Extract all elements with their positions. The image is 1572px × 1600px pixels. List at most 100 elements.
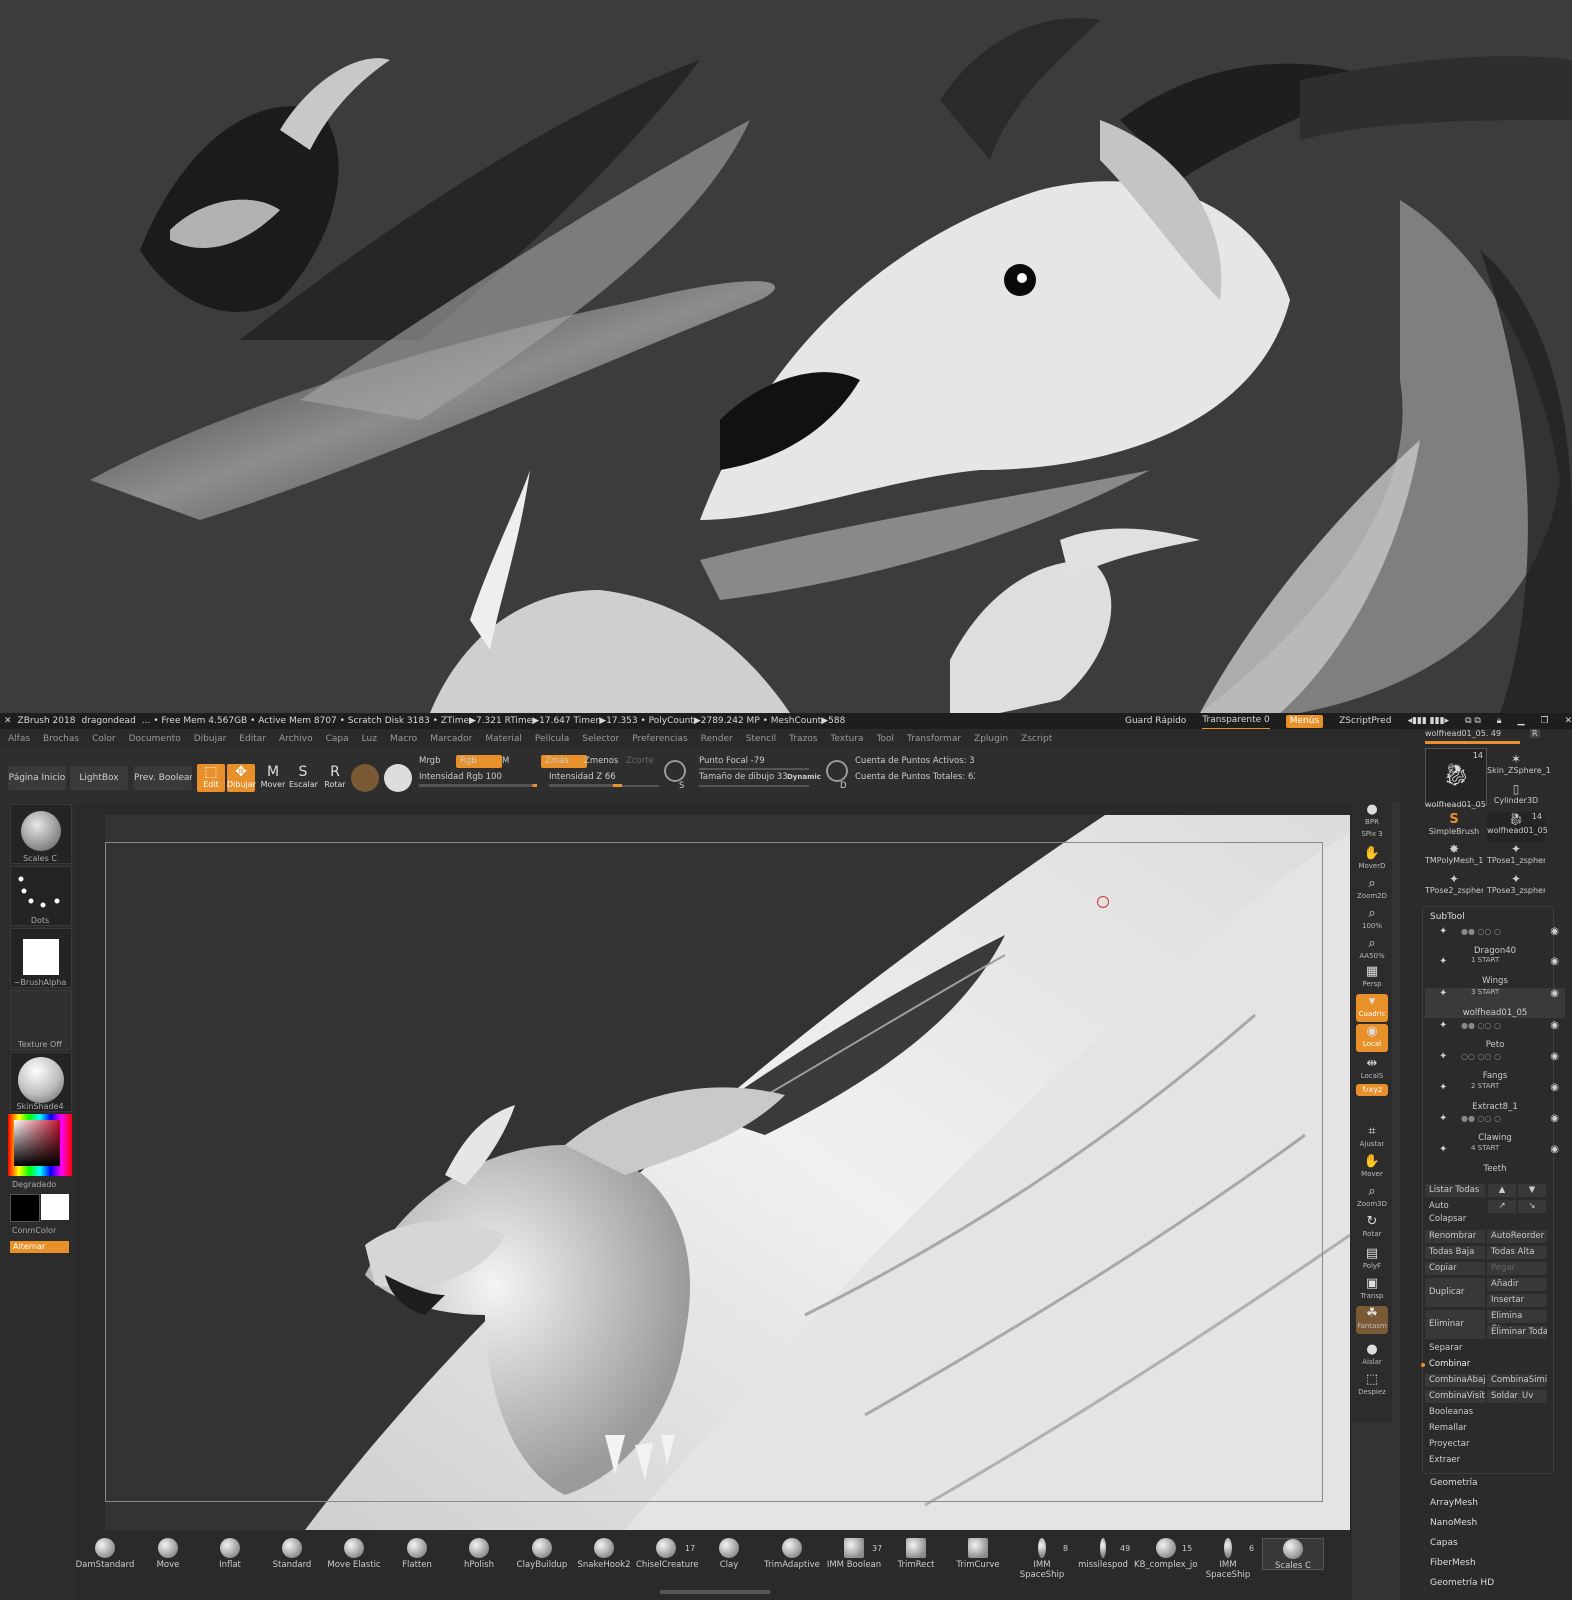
zoom2d-button[interactable]: ⌕ Zoom2D (1356, 876, 1388, 904)
m-toggle[interactable]: M (502, 756, 509, 766)
layers-menu[interactable]: Capas (1430, 1538, 1458, 1548)
brush-clay[interactable]: Clay (699, 1538, 759, 1570)
insert-button[interactable]: Insertar (1487, 1294, 1547, 1307)
move3d-button[interactable]: ✋ Mover (1356, 1154, 1388, 1182)
menu-zplugin[interactable]: Zplugin (974, 734, 1008, 744)
menu-macro[interactable]: Macro (390, 734, 417, 744)
edit-button[interactable]: ⬚ Edit (197, 764, 225, 792)
tool-simplebrush[interactable]: S SimpleBrush (1425, 812, 1483, 842)
rotate3d-button[interactable]: ↻ Rotar (1356, 1214, 1388, 1242)
merge-down-button[interactable]: CombinaAbajo (1425, 1374, 1485, 1387)
booleans-menu[interactable]: Booleanas (1425, 1406, 1547, 1419)
delete-all-button[interactable]: Eliminar Todas (1487, 1326, 1547, 1339)
merge-visible-button[interactable]: CombinaVisible (1425, 1390, 1485, 1403)
brush-missilespod[interactable]: missilespod (1073, 1538, 1133, 1570)
color-sphere-icon[interactable] (384, 764, 412, 792)
delete-button[interactable]: Eliminar (1425, 1310, 1485, 1339)
menu-light[interactable]: Luz (362, 734, 377, 744)
menu-stroke[interactable]: Trazos (789, 734, 817, 744)
menu-draw[interactable]: Dibujar (194, 734, 227, 744)
subtool-toggles-icon[interactable]: ●● ○○ ○ (1461, 1021, 1501, 1030)
weld-button[interactable]: Soldar (1487, 1390, 1518, 1403)
paste-button[interactable]: Pegar (1487, 1262, 1547, 1275)
merge-similar-button[interactable]: CombinaSimilar (1487, 1374, 1547, 1387)
quicksave-button[interactable]: Guard Rápido (1125, 713, 1186, 729)
brush-move[interactable]: Move (138, 1538, 198, 1570)
subtool-extract8[interactable]: ✦ 2 START ◉ Extract8_1 (1425, 1082, 1565, 1112)
brush-inflat[interactable]: Inflat (200, 1538, 260, 1570)
arrow-down-right-icon[interactable]: ↘ (1518, 1200, 1546, 1213)
xpose-button[interactable]: ⬚ Despiez (1356, 1372, 1388, 1400)
menu-alphas[interactable]: Alfas (8, 734, 30, 744)
brush-damstandard[interactable]: DamStandard (75, 1538, 135, 1570)
brush-imm-boolean[interactable]: IMM Boolean (824, 1538, 884, 1570)
lazy-mouse-icon[interactable] (664, 760, 686, 782)
merge-menu[interactable]: Combinar (1425, 1358, 1547, 1371)
rgb-intensity-slider[interactable]: Intensidad Rgb 100 (419, 772, 502, 782)
menu-movie[interactable]: Película (535, 734, 569, 744)
split-menu[interactable]: Separar (1425, 1342, 1547, 1355)
draw-size-slider[interactable]: Tamaño de dibujo 33 (699, 772, 788, 782)
append-button[interactable]: Añadir (1487, 1278, 1547, 1291)
nanomesh-menu[interactable]: NanoMesh (1430, 1518, 1477, 1528)
all-high-button[interactable]: Todas Alta (1487, 1246, 1547, 1259)
z-intensity-slider[interactable]: Intensidad Z 66 (549, 772, 616, 782)
uv-button[interactable]: Uv (1518, 1390, 1547, 1403)
home-page-button[interactable]: Página Inicio (8, 766, 66, 790)
zsub-toggle[interactable]: Zmenos (584, 756, 618, 766)
list-all-button[interactable]: Listar Todas (1425, 1184, 1485, 1197)
color-picker[interactable] (8, 1114, 72, 1176)
move2d-button[interactable]: ✋ MoverD (1356, 846, 1388, 874)
perspective-button[interactable]: ▦ Persp (1356, 964, 1388, 992)
lock-icon[interactable]: 🔒︎ (1497, 713, 1502, 729)
scroll-icon[interactable]: ◂▮▮▮ ▮▮▮▸ (1407, 713, 1449, 729)
polyframe-button[interactable]: ▤ PolyF (1356, 1246, 1388, 1274)
tool-tpose1[interactable]: ✦ TPose1_zsphere (1487, 842, 1545, 872)
extract-menu[interactable]: Extraer (1425, 1454, 1547, 1467)
eye-icon[interactable]: ◉ (1550, 956, 1559, 967)
ghost-button[interactable]: ☘ Fantasm (1356, 1306, 1388, 1334)
all-low-button[interactable]: Todas Baja (1425, 1246, 1485, 1259)
color-square[interactable] (14, 1120, 60, 1166)
delete-other-button[interactable]: Elimina Otras (1487, 1310, 1547, 1334)
brush-kb-complex[interactable]: KB_complex_joi (1134, 1538, 1198, 1570)
restore-icon[interactable]: ❐ (1541, 713, 1549, 729)
remesh-menu[interactable]: Remallar (1425, 1422, 1547, 1435)
tool-thumb-wolfhead[interactable]: 14 🐉︎ (1425, 748, 1487, 806)
transparency-button[interactable]: ▣ Transp (1356, 1276, 1388, 1304)
menu-texture[interactable]: Textura (830, 734, 863, 744)
arrow-down-icon[interactable]: ▼ (1518, 1184, 1546, 1197)
menu-layer[interactable]: Capa (326, 734, 349, 744)
project-menu[interactable]: Proyectar (1425, 1438, 1547, 1451)
auto-collapse-button[interactable]: Auto Colapsar (1425, 1200, 1485, 1224)
autoreorder-button[interactable]: AutoReorder (1487, 1230, 1547, 1243)
eye-icon[interactable]: ◉ (1550, 1051, 1559, 1062)
menu-tool[interactable]: Tool (877, 734, 894, 744)
transparent-slider[interactable]: Transparente 0 (1202, 713, 1270, 729)
arrow-up-icon[interactable]: ▲ (1488, 1184, 1516, 1197)
subtool-toggles-icon[interactable]: ○○ ○○ ○ (1461, 1052, 1501, 1061)
arraymesh-menu[interactable]: ArrayMesh (1430, 1498, 1478, 1508)
brush-flatten[interactable]: Flatten (387, 1538, 447, 1570)
mrgb-toggle[interactable]: Mrgb (419, 756, 440, 766)
brush-claybuildup[interactable]: ClayBuildup (512, 1538, 572, 1570)
tool-skin-zsphere[interactable]: ✶ Skin_ZSphere_1 (1487, 752, 1551, 782)
alternate-button[interactable]: Alternar (10, 1241, 69, 1253)
menu-brushes[interactable]: Brochas (43, 734, 79, 744)
tool-r-button[interactable]: R (1530, 729, 1540, 738)
brush-scales-c-selected[interactable]: Scales C (1262, 1538, 1324, 1571)
brush-move-elastic[interactable]: Move Elastic (324, 1538, 384, 1570)
brush-chiselcreature[interactable]: ChiselCreature (636, 1538, 699, 1570)
zadd-toggle[interactable]: Zmás (541, 755, 587, 768)
local-button[interactable]: ◉ Local (1356, 1024, 1388, 1052)
menu-document[interactable]: Documento (129, 734, 181, 744)
frame-button[interactable]: ⌗ Ajustar (1356, 1124, 1388, 1152)
menu-color[interactable]: Color (92, 734, 116, 744)
menu-edit[interactable]: Editar (239, 734, 266, 744)
brush-standard[interactable]: Standard (262, 1538, 322, 1570)
draw-button[interactable]: ✥ Dibujar (227, 764, 256, 792)
menu-marker[interactable]: Marcador (430, 734, 472, 744)
menu-picker[interactable]: Selector (582, 734, 619, 744)
menu-stencil[interactable]: Stencil (746, 734, 776, 744)
geometry-menu[interactable]: Geometría (1430, 1478, 1478, 1488)
